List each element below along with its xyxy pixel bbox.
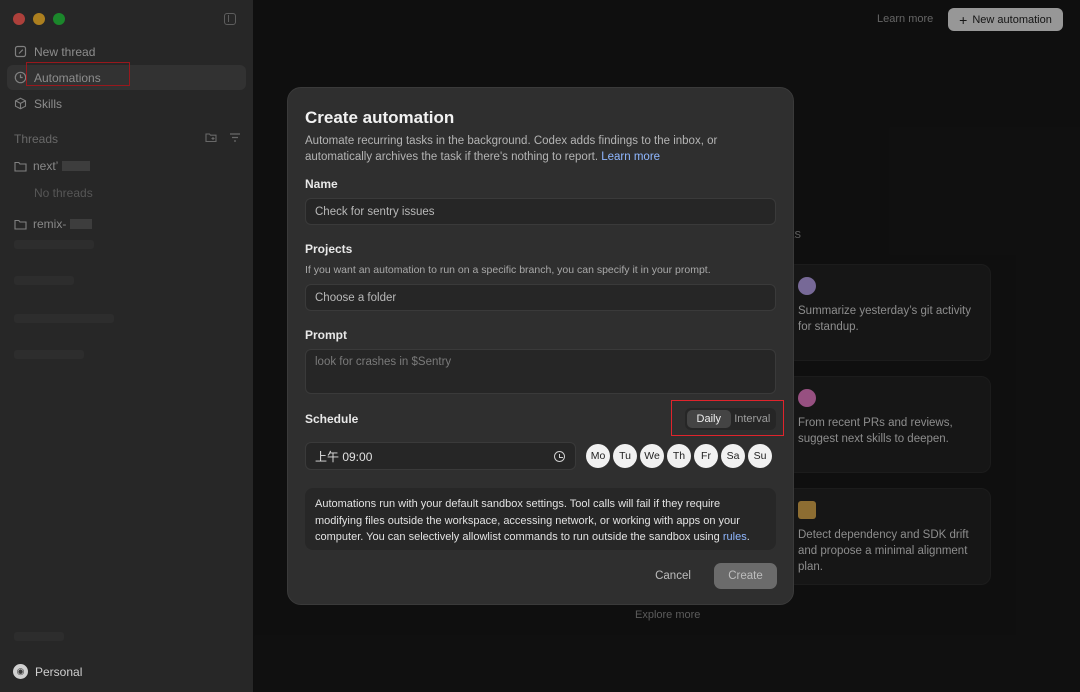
sidebar: New thread Automations Skills Threads ne… [0,0,253,692]
weekday-selector: Mo Tu We Th Fr Sa Su [586,444,772,468]
folder-select[interactable]: Choose a folder [305,284,776,311]
prompt-textarea[interactable]: look for crashes in $Sentry [305,349,776,394]
prompt-label: Prompt [305,328,347,342]
account-switcher[interactable]: ◉ Personal [13,664,82,679]
day-saturday[interactable]: Sa [721,444,745,468]
cancel-button-label: Cancel [655,569,691,582]
day-tuesday[interactable]: Tu [613,444,637,468]
day-wednesday[interactable]: We [640,444,664,468]
day-friday[interactable]: Fr [694,444,718,468]
create-automation-dialog: Create automation Automate recurring tas… [287,87,794,605]
sandbox-notice: Automations run with your default sandbo… [305,488,776,550]
dialog-description: Automate recurring tasks in the backgrou… [305,133,775,165]
day-thursday[interactable]: Th [667,444,691,468]
name-input[interactable]: Check for sentry issues [305,198,776,225]
prompt-placeholder: look for crashes in $Sentry [315,356,452,368]
time-value: 上午 09:00 [315,449,373,464]
highlight-schedule-toggle [671,400,784,436]
create-button-label: Create [728,570,763,582]
rules-link[interactable]: rules [723,531,747,543]
clock-icon [554,451,565,462]
name-label: Name [305,177,338,191]
account-label: Personal [35,664,83,679]
sandbox-notice-text: Automations run with your default sandbo… [315,498,740,543]
avatar: ◉ [13,664,28,679]
day-monday[interactable]: Mo [586,444,610,468]
create-button[interactable]: Create [714,563,777,589]
schedule-label: Schedule [305,412,359,426]
folder-select-value: Choose a folder [315,291,397,304]
dialog-title: Create automation [305,108,455,127]
time-picker[interactable]: 上午 09:00 [305,442,576,470]
projects-label: Projects [305,242,353,256]
day-sunday[interactable]: Su [748,444,772,468]
name-input-placeholder: Check for sentry issues [315,205,435,218]
dialog-learn-more-link[interactable]: Learn more [601,151,660,163]
sandbox-notice-end: . [746,531,750,543]
sidebar-overlay [0,0,253,692]
projects-hint: If you want an automation to run on a sp… [305,264,711,276]
cancel-button[interactable]: Cancel [645,563,701,588]
